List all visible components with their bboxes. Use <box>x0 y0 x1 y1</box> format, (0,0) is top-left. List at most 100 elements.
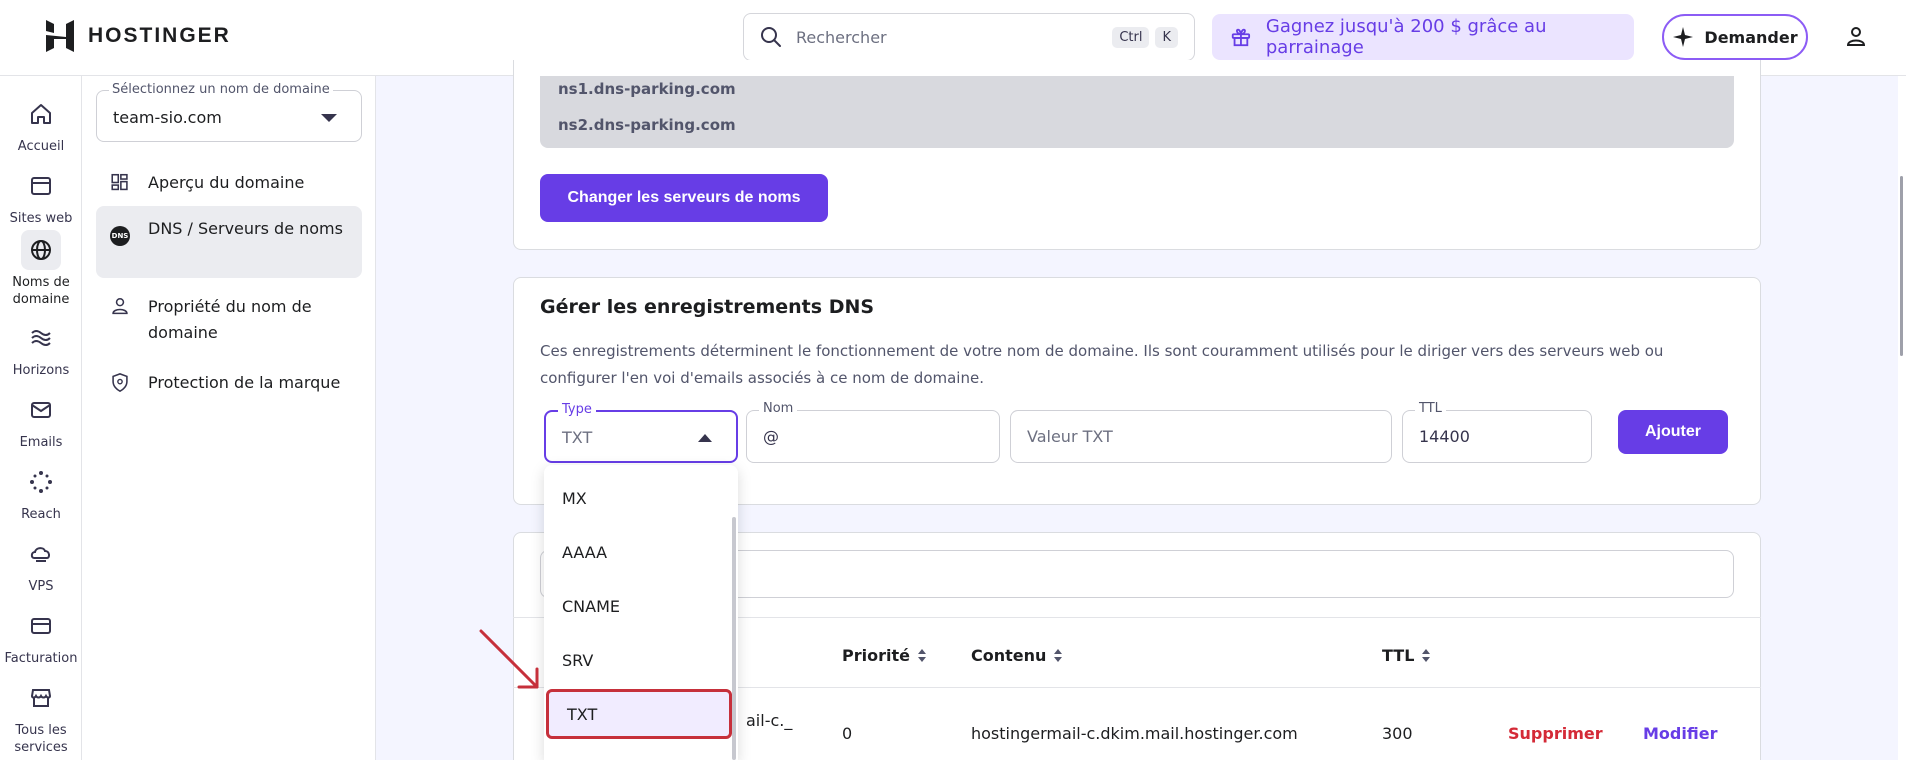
rail-label: Horizons <box>12 363 70 378</box>
delete-record-link[interactable]: Supprimer <box>1508 724 1603 743</box>
shortcut-ctrl-key: Ctrl <box>1112 26 1150 48</box>
row-content: hostingermail-c.dkim.mail.hostinger.com <box>971 724 1298 743</box>
logo-text: HOSTINGER <box>88 24 231 47</box>
dns-records-title: Gérer les enregistrements DNS <box>540 296 875 318</box>
record-type-value: TXT <box>562 428 593 447</box>
shield-icon <box>112 373 128 392</box>
column-header-label: Priorité <box>842 646 910 665</box>
page-scrollbar[interactable] <box>1898 76 1906 760</box>
domain-select-label: Sélectionnez un nom de domaine <box>109 82 333 97</box>
search-bar[interactable]: Rechercher Ctrl K <box>743 13 1195 61</box>
sidebar-item-label: Propriété du nom de domaine <box>148 297 312 342</box>
hostinger-logo-icon <box>46 20 74 52</box>
nameserver-2: ns2.dns-parking.com <box>558 116 736 134</box>
sort-icon <box>1422 648 1431 663</box>
store-icon <box>30 689 52 707</box>
rail-item-all-services[interactable]: Tous les services <box>0 678 82 756</box>
domain-select-value: team-sio.com <box>113 108 222 127</box>
rail-item-home[interactable]: Accueil <box>0 94 82 155</box>
annotation-arrow-icon <box>479 629 539 689</box>
gift-icon <box>1231 28 1251 47</box>
sort-icon <box>1054 648 1063 663</box>
rail-item-reach[interactable]: Reach <box>0 462 82 523</box>
add-record-button[interactable]: Ajouter <box>1618 410 1728 454</box>
search-icon <box>761 27 781 47</box>
sparkle-icon <box>1673 27 1694 47</box>
row-priority: 0 <box>842 724 853 743</box>
user-account-icon[interactable] <box>1845 25 1867 47</box>
hostinger-logo[interactable]: HOSTINGER <box>44 18 231 54</box>
nameserver-list: ns1.dns-parking.com ns2.dns-parking.com <box>540 76 1734 148</box>
rail-label: Sites web <box>9 211 73 226</box>
record-ttl-label: TTL <box>1415 401 1446 416</box>
rail-label: VPS <box>28 579 54 594</box>
row-ttl: 300 <box>1382 724 1413 743</box>
domain-sidebar: Sélectionnez un nom de domaine team-sio.… <box>82 76 376 760</box>
dns-icon: DNS <box>110 216 130 268</box>
column-header-content[interactable]: Contenu <box>971 646 1063 665</box>
domain-select[interactable]: Sélectionnez un nom de domaine team-sio.… <box>96 82 362 142</box>
person-icon <box>112 297 128 315</box>
dropdown-option-srv[interactable]: SRV <box>544 633 730 687</box>
waves-icon <box>31 330 51 346</box>
record-name-input[interactable]: Nom @ <box>746 401 1000 463</box>
column-header-ttl[interactable]: TTL <box>1382 646 1431 665</box>
rail-label: Tous les services <box>14 723 68 755</box>
dns-records-description: Ces enregistrements déterminent le fonct… <box>540 342 1664 387</box>
chevron-down-icon <box>321 114 337 122</box>
rail-item-horizons[interactable]: Horizons <box>0 318 82 379</box>
column-header-priority[interactable]: Priorité <box>842 646 926 665</box>
column-header-label: TTL <box>1382 646 1415 665</box>
rail-label: Accueil <box>17 139 65 154</box>
shortcut-k-key: K <box>1155 26 1178 48</box>
sort-icon <box>917 648 926 663</box>
mail-icon <box>31 402 51 418</box>
referral-text: Gagnez jusqu'à 200 $ grâce au parrainage <box>1265 16 1547 58</box>
search-placeholder: Rechercher <box>796 27 887 47</box>
record-ttl-value: 14400 <box>1419 427 1470 446</box>
rail-item-domains[interactable]: Noms de domaine <box>0 230 82 308</box>
card-icon <box>31 618 51 634</box>
home-icon <box>31 104 51 124</box>
browser-icon <box>31 177 51 195</box>
globe-icon <box>31 240 51 260</box>
edit-record-link[interactable]: Modifier <box>1643 724 1717 743</box>
record-type-label: Type <box>558 402 596 417</box>
rail-label: Noms de domaine <box>12 275 70 307</box>
dropdown-scrollbar[interactable] <box>732 517 736 760</box>
page-scrollbar-thumb[interactable] <box>1900 176 1903 356</box>
dropdown-option-txt[interactable]: TXT <box>546 689 732 739</box>
sidebar-item-domain-ownership[interactable]: Propriété du nom de domaine <box>96 284 362 356</box>
rail-item-emails[interactable]: Emails <box>0 390 82 451</box>
rail-label: Reach <box>21 507 61 522</box>
record-value-input[interactable]: Valeur TXT <box>1010 410 1392 463</box>
rail-label: Facturation <box>4 651 78 666</box>
dropdown-option-aaaa[interactable]: AAAA <box>544 525 730 579</box>
dropdown-option-cname[interactable]: CNAME <box>544 579 730 633</box>
sidebar-item-label: Protection de la marque <box>148 373 341 392</box>
sidebar-item-label: DNS / Serveurs de noms <box>148 219 343 238</box>
rail-item-websites[interactable]: Sites web <box>0 166 82 227</box>
change-nameservers-button[interactable]: Changer les serveurs de noms <box>540 174 828 222</box>
sidebar-item-brand-protection[interactable]: Protection de la marque <box>96 360 362 406</box>
record-name-label: Nom <box>759 401 798 416</box>
chevron-up-icon <box>698 434 712 442</box>
nameserver-1: ns1.dns-parking.com <box>558 80 736 98</box>
sidebar-item-dns[interactable]: DNS DNS / Serveurs de noms <box>96 206 362 278</box>
ask-ai-button[interactable]: Demander <box>1662 14 1808 60</box>
main-nav-rail: Accueil Sites web Noms de domaine Horizo… <box>0 76 82 760</box>
rail-item-billing[interactable]: Facturation <box>0 606 82 667</box>
ask-ai-label: Demander <box>1704 27 1798 47</box>
rail-item-vps[interactable]: VPS <box>0 534 82 595</box>
record-name-value: @ <box>763 427 779 446</box>
referral-banner[interactable]: Gagnez jusqu'à 200 $ grâce au parrainage <box>1212 14 1634 60</box>
record-type-select[interactable]: Type TXT <box>544 402 738 463</box>
sparkle-icon <box>30 471 52 493</box>
sidebar-item-domain-overview[interactable]: Aperçu du domaine <box>96 160 362 206</box>
sidebar-item-label: Aperçu du domaine <box>148 173 305 192</box>
column-header-label: Contenu <box>971 646 1047 665</box>
cloud-server-icon <box>30 547 51 562</box>
record-ttl-input[interactable]: TTL 14400 <box>1402 401 1592 463</box>
rail-label: Emails <box>19 435 63 450</box>
dropdown-option-mx[interactable]: MX <box>544 471 730 525</box>
